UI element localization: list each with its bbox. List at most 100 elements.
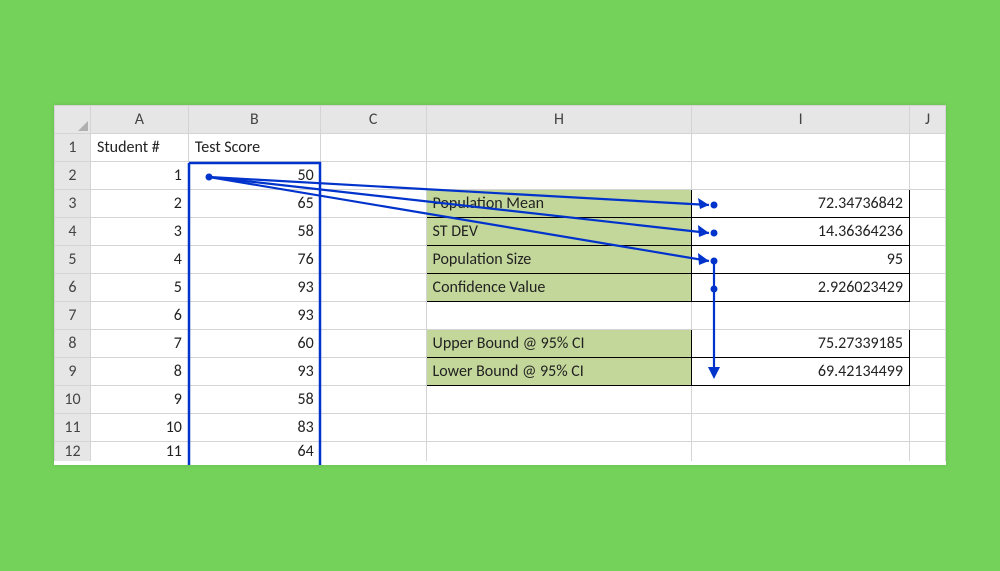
cell[interactable]: 58 xyxy=(188,218,320,246)
cell[interactable]: 3 xyxy=(90,218,188,246)
column-header-row[interactable]: A B C H I J xyxy=(55,106,946,134)
cell-value[interactable]: 75.27339185 xyxy=(692,330,910,358)
cell[interactable] xyxy=(910,190,946,218)
row-header[interactable]: 3 xyxy=(55,190,91,218)
cell[interactable]: 6 xyxy=(90,302,188,330)
cell[interactable] xyxy=(320,386,426,414)
spreadsheet-grid[interactable]: A B C H I J 1 Student # Test Score 2 1 5… xyxy=(54,105,946,461)
cell-label[interactable]: Population Mean xyxy=(426,190,692,218)
cell[interactable] xyxy=(692,386,910,414)
col-header-B[interactable]: B xyxy=(188,106,320,134)
cell-value[interactable]: 72.34736842 xyxy=(692,190,910,218)
cell[interactable] xyxy=(910,414,946,442)
cell-value[interactable]: 95 xyxy=(692,246,910,274)
cell[interactable]: 10 xyxy=(90,414,188,442)
cell[interactable] xyxy=(692,134,910,162)
cell[interactable] xyxy=(426,302,692,330)
cell[interactable] xyxy=(320,246,426,274)
cell[interactable]: 93 xyxy=(188,358,320,386)
cell[interactable]: 93 xyxy=(188,302,320,330)
cell[interactable] xyxy=(320,162,426,190)
cell[interactable]: 8 xyxy=(90,358,188,386)
row-header[interactable]: 12 xyxy=(55,442,91,462)
table-row[interactable]: 6 5 93 Confidence Value 2.926023429 xyxy=(55,274,946,302)
cell[interactable]: 60 xyxy=(188,330,320,358)
cell[interactable] xyxy=(910,218,946,246)
cell[interactable] xyxy=(320,134,426,162)
cell[interactable] xyxy=(692,162,910,190)
cell-label[interactable]: Confidence Value xyxy=(426,274,692,302)
cell[interactable]: Student # xyxy=(90,134,188,162)
table-row[interactable]: 1 Student # Test Score xyxy=(55,134,946,162)
table-row[interactable]: 7 6 93 xyxy=(55,302,946,330)
cell[interactable]: Test Score xyxy=(188,134,320,162)
table-row[interactable]: 11 10 83 xyxy=(55,414,946,442)
cell[interactable]: 1 xyxy=(90,162,188,190)
cell[interactable] xyxy=(910,386,946,414)
cell[interactable] xyxy=(320,218,426,246)
row-header[interactable]: 5 xyxy=(55,246,91,274)
col-header-I[interactable]: I xyxy=(692,106,910,134)
cell[interactable] xyxy=(320,190,426,218)
cell[interactable]: 5 xyxy=(90,274,188,302)
cell[interactable] xyxy=(910,442,946,462)
cell[interactable]: 2 xyxy=(90,190,188,218)
row-header[interactable]: 6 xyxy=(55,274,91,302)
row-header[interactable]: 7 xyxy=(55,302,91,330)
table-row[interactable]: 4 3 58 ST DEV 14.36364236 xyxy=(55,218,946,246)
row-header[interactable]: 4 xyxy=(55,218,91,246)
cell[interactable]: 4 xyxy=(90,246,188,274)
col-header-J[interactable]: J xyxy=(910,106,946,134)
cell[interactable] xyxy=(320,330,426,358)
cell-label[interactable]: Upper Bound @ 95% CI xyxy=(426,330,692,358)
cell[interactable] xyxy=(320,302,426,330)
table-row[interactable]: 5 4 76 Population Size 95 xyxy=(55,246,946,274)
cell[interactable] xyxy=(910,162,946,190)
cell[interactable]: 11 xyxy=(90,442,188,462)
cell[interactable] xyxy=(320,358,426,386)
table-row[interactable]: 2 1 50 xyxy=(55,162,946,190)
cell[interactable] xyxy=(320,414,426,442)
cell[interactable] xyxy=(426,414,692,442)
cell-value[interactable]: 14.36364236 xyxy=(692,218,910,246)
cell-label[interactable]: ST DEV xyxy=(426,218,692,246)
cell[interactable]: 83 xyxy=(188,414,320,442)
table-row[interactable]: 12 11 64 xyxy=(55,442,946,462)
cell[interactable]: 64 xyxy=(188,442,320,462)
cell[interactable]: 76 xyxy=(188,246,320,274)
table-row[interactable]: 9 8 93 Lower Bound @ 95% CI 69.42134499 xyxy=(55,358,946,386)
cell[interactable] xyxy=(426,442,692,462)
cell[interactable] xyxy=(910,358,946,386)
cell[interactable]: 58 xyxy=(188,386,320,414)
cell[interactable] xyxy=(910,274,946,302)
cell[interactable] xyxy=(692,414,910,442)
row-header[interactable]: 11 xyxy=(55,414,91,442)
cell-label[interactable]: Population Size xyxy=(426,246,692,274)
col-header-C[interactable]: C xyxy=(320,106,426,134)
row-header[interactable]: 1 xyxy=(55,134,91,162)
select-all-corner[interactable] xyxy=(55,106,91,134)
cell[interactable] xyxy=(320,442,426,462)
cell[interactable] xyxy=(910,246,946,274)
cell[interactable] xyxy=(426,162,692,190)
col-header-H[interactable]: H xyxy=(426,106,692,134)
cell[interactable]: 50 xyxy=(188,162,320,190)
cell[interactable]: 93 xyxy=(188,274,320,302)
table-row[interactable]: 3 2 65 Population Mean 72.34736842 xyxy=(55,190,946,218)
cell[interactable] xyxy=(320,274,426,302)
cell-label[interactable]: Lower Bound @ 95% CI xyxy=(426,358,692,386)
cell-value[interactable]: 69.42134499 xyxy=(692,358,910,386)
cell-value[interactable]: 2.926023429 xyxy=(692,274,910,302)
row-header[interactable]: 10 xyxy=(55,386,91,414)
cell[interactable] xyxy=(692,302,910,330)
cell[interactable]: 65 xyxy=(188,190,320,218)
table-row[interactable]: 8 7 60 Upper Bound @ 95% CI 75.27339185 xyxy=(55,330,946,358)
cell[interactable] xyxy=(426,134,692,162)
cell[interactable] xyxy=(910,134,946,162)
table-row[interactable]: 10 9 58 xyxy=(55,386,946,414)
row-header[interactable]: 9 xyxy=(55,358,91,386)
cell[interactable] xyxy=(910,330,946,358)
cell[interactable]: 7 xyxy=(90,330,188,358)
col-header-A[interactable]: A xyxy=(90,106,188,134)
cell[interactable] xyxy=(426,386,692,414)
